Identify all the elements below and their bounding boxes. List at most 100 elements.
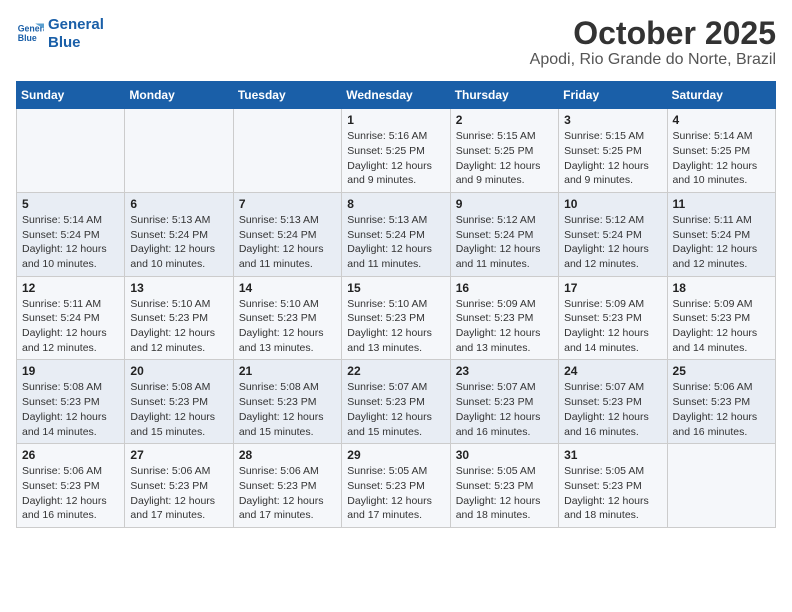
logo-text: GeneralBlue <box>48 16 104 52</box>
day-info: Sunrise: 5:11 AMSunset: 5:24 PMDaylight:… <box>673 213 770 272</box>
day-info: Sunrise: 5:05 AMSunset: 5:23 PMDaylight:… <box>564 464 661 523</box>
header-thursday: Thursday <box>450 82 558 109</box>
day-info: Sunrise: 5:08 AMSunset: 5:23 PMDaylight:… <box>130 380 227 439</box>
day-info: Sunrise: 5:05 AMSunset: 5:23 PMDaylight:… <box>347 464 444 523</box>
day-info: Sunrise: 5:07 AMSunset: 5:23 PMDaylight:… <box>564 380 661 439</box>
calendar-title: October 2025 <box>530 16 776 51</box>
calendar-cell: 5 Sunrise: 5:14 AMSunset: 5:24 PMDaylight… <box>17 192 125 276</box>
calendar-cell: 19Sunrise: 5:08 AMSunset: 5:23 PMDayligh… <box>17 360 125 444</box>
calendar-cell: 27 Sunrise: 5:06 AMSunset: 5:23 PMDayligh… <box>125 444 233 528</box>
day-info: Sunrise: 5:11 AMSunset: 5:24 PMDaylight:… <box>22 297 119 356</box>
logo-icon: General Blue <box>16 20 44 48</box>
calendar-cell: 1Sunrise: 5:16 AMSunset: 5:25 PMDaylight… <box>342 109 450 193</box>
day-number: 11 <box>673 197 770 211</box>
calendar-cell: 10 Sunrise: 5:12 AMSunset: 5:24 PMDayligh… <box>559 192 667 276</box>
header-sunday: Sunday <box>17 82 125 109</box>
calendar-cell: 30 Sunrise: 5:05 AMSunset: 5:23 PMDayligh… <box>450 444 558 528</box>
day-number: 1 <box>347 113 444 127</box>
day-number: 18 <box>673 281 770 295</box>
calendar-cell: 9 Sunrise: 5:12 AMSunset: 5:24 PMDaylight… <box>450 192 558 276</box>
header-saturday: Saturday <box>667 82 775 109</box>
day-number: 28 <box>239 448 336 462</box>
calendar-cell: 11 Sunrise: 5:11 AMSunset: 5:24 PMDayligh… <box>667 192 775 276</box>
week-row-5: 26 Sunrise: 5:06 AMSunset: 5:23 PMDayligh… <box>17 444 776 528</box>
day-info: Sunrise: 5:09 AMSunset: 5:23 PMDaylight:… <box>564 297 661 356</box>
day-number: 16 <box>456 281 553 295</box>
calendar-cell: 25 Sunrise: 5:06 AMSunset: 5:23 PMDayligh… <box>667 360 775 444</box>
day-info: Sunrise: 5:10 AMSunset: 5:23 PMDaylight:… <box>239 297 336 356</box>
day-info: Sunrise: 5:12 AMSunset: 5:24 PMDaylight:… <box>564 213 661 272</box>
day-info: Sunrise: 5:10 AMSunset: 5:23 PMDaylight:… <box>130 297 227 356</box>
day-info: Sunrise: 5:10 AMSunset: 5:23 PMDaylight:… <box>347 297 444 356</box>
day-number: 17 <box>564 281 661 295</box>
calendar-cell: 7Sunrise: 5:13 AMSunset: 5:24 PMDaylight… <box>233 192 341 276</box>
day-number: 15 <box>347 281 444 295</box>
day-info: Sunrise: 5:09 AMSunset: 5:23 PMDaylight:… <box>673 297 770 356</box>
day-number: 26 <box>22 448 119 462</box>
logo: General Blue GeneralBlue <box>16 16 104 52</box>
day-number: 8 <box>347 197 444 211</box>
day-info: Sunrise: 5:15 AMSunset: 5:25 PMDaylight:… <box>564 129 661 188</box>
day-info: Sunrise: 5:13 AMSunset: 5:24 PMDaylight:… <box>347 213 444 272</box>
day-number: 7 <box>239 197 336 211</box>
day-info: Sunrise: 5:14 AMSunset: 5:24 PMDaylight:… <box>22 213 119 272</box>
day-info: Sunrise: 5:12 AMSunset: 5:24 PMDaylight:… <box>456 213 553 272</box>
day-number: 14 <box>239 281 336 295</box>
calendar-cell: 6 Sunrise: 5:13 AMSunset: 5:24 PMDaylight… <box>125 192 233 276</box>
day-number: 27 <box>130 448 227 462</box>
day-number: 22 <box>347 364 444 378</box>
week-row-2: 5 Sunrise: 5:14 AMSunset: 5:24 PMDaylight… <box>17 192 776 276</box>
calendar-table: SundayMondayTuesdayWednesdayThursdayFrid… <box>16 81 776 528</box>
header-monday: Monday <box>125 82 233 109</box>
week-row-1: 1Sunrise: 5:16 AMSunset: 5:25 PMDaylight… <box>17 109 776 193</box>
day-info: Sunrise: 5:06 AMSunset: 5:23 PMDaylight:… <box>673 380 770 439</box>
day-number: 31 <box>564 448 661 462</box>
day-number: 2 <box>456 113 553 127</box>
day-number: 3 <box>564 113 661 127</box>
day-number: 30 <box>456 448 553 462</box>
day-info: Sunrise: 5:08 AMSunset: 5:23 PMDaylight:… <box>239 380 336 439</box>
calendar-cell <box>17 109 125 193</box>
calendar-cell: 29 Sunrise: 5:05 AMSunset: 5:23 PMDayligh… <box>342 444 450 528</box>
calendar-cell: 17 Sunrise: 5:09 AMSunset: 5:23 PMDayligh… <box>559 276 667 360</box>
calendar-cell <box>233 109 341 193</box>
day-number: 6 <box>130 197 227 211</box>
day-number: 24 <box>564 364 661 378</box>
week-row-3: 12Sunrise: 5:11 AMSunset: 5:24 PMDayligh… <box>17 276 776 360</box>
calendar-cell: 24 Sunrise: 5:07 AMSunset: 5:23 PMDayligh… <box>559 360 667 444</box>
title-area: October 2025 Apodi, Rio Grande do Norte,… <box>530 16 776 69</box>
calendar-cell: 13Sunrise: 5:10 AMSunset: 5:23 PMDayligh… <box>125 276 233 360</box>
day-number: 19 <box>22 364 119 378</box>
header-wednesday: Wednesday <box>342 82 450 109</box>
day-info: Sunrise: 5:07 AMSunset: 5:23 PMDaylight:… <box>456 380 553 439</box>
calendar-cell: 31 Sunrise: 5:05 AMSunset: 5:23 PMDayligh… <box>559 444 667 528</box>
header-friday: Friday <box>559 82 667 109</box>
calendar-cell: 2Sunrise: 5:15 AMSunset: 5:25 PMDaylight… <box>450 109 558 193</box>
calendar-cell <box>667 444 775 528</box>
calendar-cell: 3 Sunrise: 5:15 AMSunset: 5:25 PMDaylight… <box>559 109 667 193</box>
calendar-cell: 16Sunrise: 5:09 AMSunset: 5:23 PMDayligh… <box>450 276 558 360</box>
calendar-header-row: SundayMondayTuesdayWednesdayThursdayFrid… <box>17 82 776 109</box>
calendar-cell: 22 Sunrise: 5:07 AMSunset: 5:23 PMDayligh… <box>342 360 450 444</box>
calendar-cell: 26Sunrise: 5:06 AMSunset: 5:23 PMDayligh… <box>17 444 125 528</box>
calendar-cell: 21 Sunrise: 5:08 AMSunset: 5:23 PMDayligh… <box>233 360 341 444</box>
header: General Blue GeneralBlue October 2025 Ap… <box>16 16 776 69</box>
day-info: Sunrise: 5:06 AMSunset: 5:23 PMDaylight:… <box>130 464 227 523</box>
day-info: Sunrise: 5:13 AMSunset: 5:24 PMDaylight:… <box>130 213 227 272</box>
calendar-cell: 15 Sunrise: 5:10 AMSunset: 5:23 PMDayligh… <box>342 276 450 360</box>
day-number: 10 <box>564 197 661 211</box>
day-number: 21 <box>239 364 336 378</box>
day-number: 9 <box>456 197 553 211</box>
calendar-cell <box>125 109 233 193</box>
calendar-cell: 8 Sunrise: 5:13 AMSunset: 5:24 PMDaylight… <box>342 192 450 276</box>
day-info: Sunrise: 5:07 AMSunset: 5:23 PMDaylight:… <box>347 380 444 439</box>
day-info: Sunrise: 5:05 AMSunset: 5:23 PMDaylight:… <box>456 464 553 523</box>
day-number: 29 <box>347 448 444 462</box>
header-tuesday: Tuesday <box>233 82 341 109</box>
calendar-cell: 28Sunrise: 5:06 AMSunset: 5:23 PMDayligh… <box>233 444 341 528</box>
day-number: 25 <box>673 364 770 378</box>
day-number: 5 <box>22 197 119 211</box>
calendar-cell: 23Sunrise: 5:07 AMSunset: 5:23 PMDayligh… <box>450 360 558 444</box>
calendar-cell: 4Sunrise: 5:14 AMSunset: 5:25 PMDaylight… <box>667 109 775 193</box>
calendar-cell: 20Sunrise: 5:08 AMSunset: 5:23 PMDayligh… <box>125 360 233 444</box>
